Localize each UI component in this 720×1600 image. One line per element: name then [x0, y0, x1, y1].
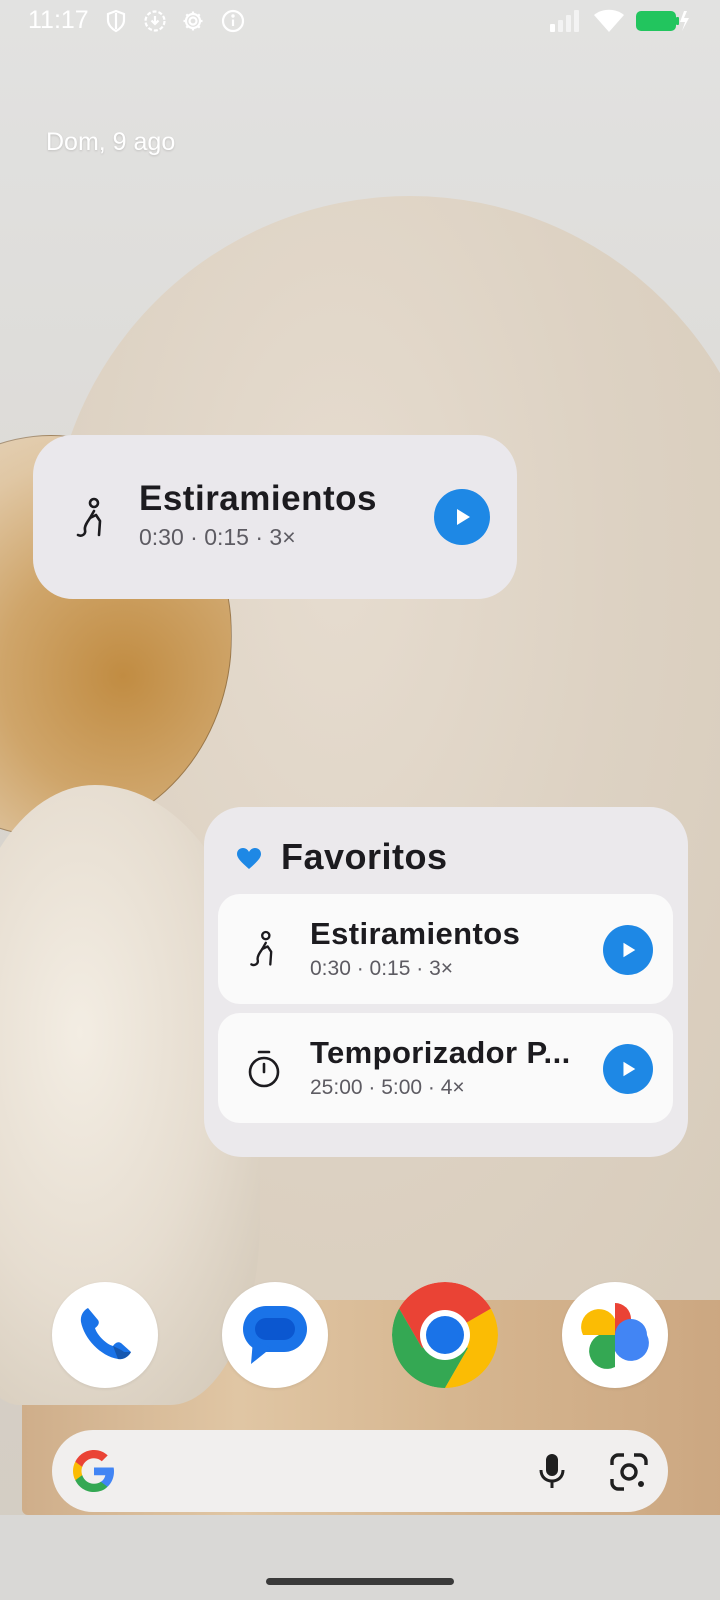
routine-widget-meta: 0:30 · 0:15 · 3× — [139, 524, 296, 550]
play-button[interactable] — [603, 925, 653, 975]
settings-icon — [183, 11, 203, 31]
heart-icon — [237, 848, 261, 869]
google-logo — [73, 1450, 114, 1492]
phone-app-icon[interactable] — [52, 1282, 158, 1388]
photos-app-icon[interactable] — [562, 1282, 668, 1388]
messages-app-icon[interactable] — [222, 1282, 328, 1388]
phone-icon — [80, 1308, 131, 1360]
home-gesture-bar[interactable] — [266, 1578, 454, 1585]
stopwatch-icon — [248, 1050, 280, 1088]
stretching-figure-icon — [250, 930, 273, 967]
favorite-item-meta: 25:00 · 5:00 · 4× — [310, 1076, 465, 1099]
routine-widget-title: Estiramientos — [139, 479, 377, 518]
photos-pinwheel-icon — [581, 1303, 649, 1369]
messages-icon — [243, 1306, 307, 1364]
favorite-item-title: Temporizador P... — [310, 1035, 571, 1070]
favorite-item-temporizador[interactable]: Temporizador P... 25:00 · 5:00 · 4× — [218, 1013, 673, 1123]
chrome-icon — [392, 1282, 498, 1388]
play-icon — [623, 1061, 636, 1077]
play-button[interactable] — [603, 1044, 653, 1094]
date-label: Dom, 9 ago — [46, 128, 176, 156]
wallpaper-floor — [0, 1515, 720, 1600]
favorite-item-title: Estiramientos — [310, 916, 521, 951]
shield-icon — [106, 9, 126, 33]
download-icon — [144, 10, 166, 32]
microphone-icon[interactable] — [532, 1451, 572, 1491]
google-lens-icon[interactable] — [608, 1451, 650, 1493]
battery-charging-icon — [636, 11, 689, 31]
google-search-bar[interactable] — [52, 1430, 668, 1512]
play-icon — [623, 942, 636, 958]
favorite-item-estiramientos[interactable]: Estiramientos 0:30 · 0:15 · 3× — [218, 894, 673, 1004]
chrome-app-icon[interactable] — [392, 1282, 498, 1388]
play-icon — [457, 509, 470, 525]
status-bar: 11:17 — [0, 0, 720, 42]
play-button[interactable] — [434, 489, 490, 545]
favorites-title: Favoritos — [281, 836, 448, 877]
status-clock: 11:17 — [28, 6, 89, 34]
stretching-figure-icon — [76, 497, 102, 537]
status-right-icons — [550, 9, 690, 33]
signal-icon — [550, 10, 579, 32]
favorite-item-meta: 0:30 · 0:15 · 3× — [310, 957, 454, 980]
wifi-icon — [594, 9, 624, 32]
info-icon — [221, 9, 245, 33]
